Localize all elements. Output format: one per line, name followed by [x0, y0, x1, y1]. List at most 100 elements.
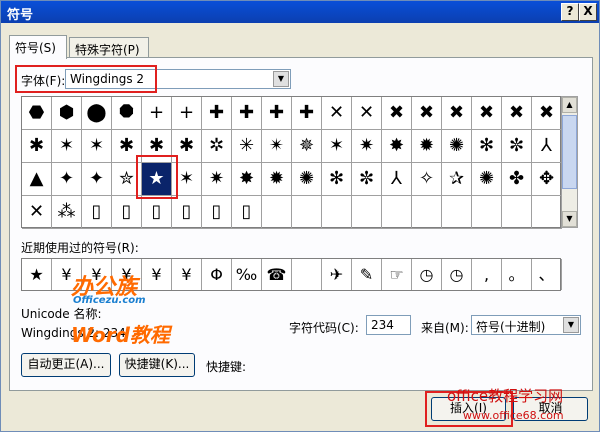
- symbol-cell[interactable]: ▯: [202, 196, 232, 229]
- symbol-cell[interactable]: ✦: [82, 163, 112, 196]
- symbol-cell[interactable]: [532, 196, 562, 229]
- symbol-cell[interactable]: ✚: [232, 97, 262, 130]
- symbol-cell[interactable]: ▯: [232, 196, 262, 229]
- symbol-cell[interactable]: ✳: [232, 130, 262, 163]
- symbol-cell[interactable]: [382, 196, 412, 229]
- from-select[interactable]: 符号(十进制) ▼: [471, 315, 581, 335]
- symbol-cell[interactable]: +: [172, 97, 202, 130]
- scroll-thumb[interactable]: [562, 115, 577, 189]
- autocorrect-button[interactable]: 自动更正(A)...: [21, 353, 111, 377]
- recent-symbol-cell[interactable]: ¥: [172, 259, 202, 290]
- symbol-cell[interactable]: ✻: [322, 163, 352, 196]
- symbol-cell[interactable]: ⯃: [112, 97, 142, 130]
- scroll-up-icon[interactable]: ▲: [562, 97, 577, 113]
- symbol-cell[interactable]: ✥: [532, 163, 562, 196]
- symbol-cell[interactable]: ✖: [382, 97, 412, 130]
- symbol-cell[interactable]: [502, 196, 532, 229]
- symbol-cell[interactable]: ⬤: [82, 97, 112, 130]
- recent-symbol-cell[interactable]: 。: [502, 259, 532, 290]
- symbol-cell[interactable]: ✕: [322, 97, 352, 130]
- symbol-cell[interactable]: ✕: [22, 196, 52, 229]
- symbol-cell[interactable]: ▯: [112, 196, 142, 229]
- symbol-cell[interactable]: [292, 196, 322, 229]
- symbol-cell[interactable]: ✵: [292, 130, 322, 163]
- symbol-cell[interactable]: ✺: [292, 163, 322, 196]
- symbol-cell[interactable]: ⅄: [382, 163, 412, 196]
- symbol-cell[interactable]: ✚: [262, 97, 292, 130]
- symbol-cell[interactable]: [322, 196, 352, 229]
- symbol-cell[interactable]: ✹: [262, 163, 292, 196]
- symbol-cell[interactable]: [472, 196, 502, 229]
- recent-symbol-cell[interactable]: ‰: [232, 259, 262, 290]
- symbol-cell[interactable]: ✸: [232, 163, 262, 196]
- symbol-cell[interactable]: ✶: [82, 130, 112, 163]
- symbol-cell[interactable]: ✚: [202, 97, 232, 130]
- symbol-cell[interactable]: [352, 196, 382, 229]
- symbol-cell[interactable]: ✺: [442, 130, 472, 163]
- symbol-cell[interactable]: ⬢: [52, 97, 82, 130]
- symbol-cell[interactable]: [412, 196, 442, 229]
- symbol-cell[interactable]: ✰: [442, 163, 472, 196]
- symbol-cell[interactable]: ✻: [472, 130, 502, 163]
- symbol-cell[interactable]: ▯: [172, 196, 202, 229]
- symbol-cell[interactable]: ✲: [202, 130, 232, 163]
- symbol-cell[interactable]: ✺: [472, 163, 502, 196]
- symbol-cell[interactable]: ✼: [352, 163, 382, 196]
- recent-symbol-cell[interactable]: ✈: [322, 259, 352, 290]
- symbol-cell[interactable]: [262, 196, 292, 229]
- symbol-cell[interactable]: ✹: [412, 130, 442, 163]
- recent-symbol-cell[interactable]: ◷: [412, 259, 442, 290]
- recent-symbol-cell[interactable]: ◷: [442, 259, 472, 290]
- symbol-cell[interactable]: ✼: [502, 130, 532, 163]
- symbol-cell[interactable]: ✚: [292, 97, 322, 130]
- recent-symbol-cell[interactable]: ,: [472, 259, 502, 290]
- recent-symbol-cell[interactable]: ☞: [382, 259, 412, 290]
- symbol-cell[interactable]: ✤: [502, 163, 532, 196]
- symbol-cell[interactable]: ✦: [52, 163, 82, 196]
- symbol-cell[interactable]: ✶: [52, 130, 82, 163]
- recent-symbol-cell[interactable]: ☎: [262, 259, 292, 290]
- highlight-selected-symbol: [136, 155, 178, 199]
- symbol-cell[interactable]: ✴: [262, 130, 292, 163]
- char-code-input[interactable]: 234: [366, 315, 411, 335]
- symbol-cell[interactable]: ▯: [82, 196, 112, 229]
- recent-symbol-cell[interactable]: ✎: [352, 259, 382, 290]
- shortcut-key-button[interactable]: 快捷键(K)...: [119, 353, 195, 377]
- symbol-cell[interactable]: ✷: [352, 130, 382, 163]
- symbol-cell[interactable]: ▲: [22, 163, 52, 196]
- symbol-cell[interactable]: ⬣: [22, 97, 52, 130]
- symbol-cell[interactable]: ✖: [502, 97, 532, 130]
- scroll-down-icon[interactable]: ▼: [562, 211, 577, 227]
- recent-symbol-cell[interactable]: ★: [22, 259, 52, 290]
- symbol-cell[interactable]: ✖: [412, 97, 442, 130]
- symbol-cell[interactable]: ✕: [352, 97, 382, 130]
- symbol-cell[interactable]: [442, 196, 472, 229]
- symbol-cell[interactable]: ▯: [142, 196, 172, 229]
- symbol-cell[interactable]: ✖: [472, 97, 502, 130]
- symbol-cell[interactable]: ✧: [412, 163, 442, 196]
- from-value: 符号(十进制): [476, 320, 546, 334]
- recent-symbol-cell[interactable]: ¥: [142, 259, 172, 290]
- chevron-down-icon[interactable]: ▼: [563, 317, 579, 333]
- recent-symbol-cell[interactable]: 、: [532, 259, 562, 290]
- symbol-cell[interactable]: ⁂: [52, 196, 82, 229]
- symbol-cell[interactable]: ✖: [532, 97, 562, 130]
- symbol-cell[interactable]: +: [142, 97, 172, 130]
- help-button[interactable]: ?: [561, 3, 579, 21]
- symbol-cell[interactable]: ✸: [382, 130, 412, 163]
- symbol-grid[interactable]: ⬣ ⬢ ⬤ ⯃ + + ✚ ✚ ✚ ✚ ✕ ✕ ✖ ✖ ✖ ✖ ✖ ✖ ✱ ✶ ✶ ✱ ✱ ✱ ✲ ✳ ✴ ✵ ✶ ✷ ✸ ✹ ✺ ✻ ✼ ⅄ ▲ ✦ ✦ ✮…: [21, 96, 562, 229]
- recent-symbol-cell[interactable]: Φ: [202, 259, 232, 290]
- symbol-cell[interactable]: ✶: [322, 130, 352, 163]
- symbol-cell[interactable]: ✱: [22, 130, 52, 163]
- close-button[interactable]: X: [579, 3, 597, 21]
- symbol-grid-scrollbar[interactable]: ▲ ▼: [561, 96, 578, 228]
- tab-special-characters[interactable]: 特殊字符(P): [69, 37, 149, 59]
- symbol-cell[interactable]: ✷: [202, 163, 232, 196]
- symbol-dialog: 符号 ? X 符号(S) 特殊字符(P) 字体(F): Wingdings 2 …: [0, 0, 600, 432]
- from-label: 来自(M):: [421, 321, 469, 335]
- symbol-cell[interactable]: ✖: [442, 97, 472, 130]
- tab-symbols[interactable]: 符号(S): [9, 35, 67, 59]
- chevron-down-icon[interactable]: ▼: [273, 71, 289, 87]
- recent-symbol-cell[interactable]: [292, 259, 322, 290]
- symbol-cell[interactable]: ⅄: [532, 130, 562, 163]
